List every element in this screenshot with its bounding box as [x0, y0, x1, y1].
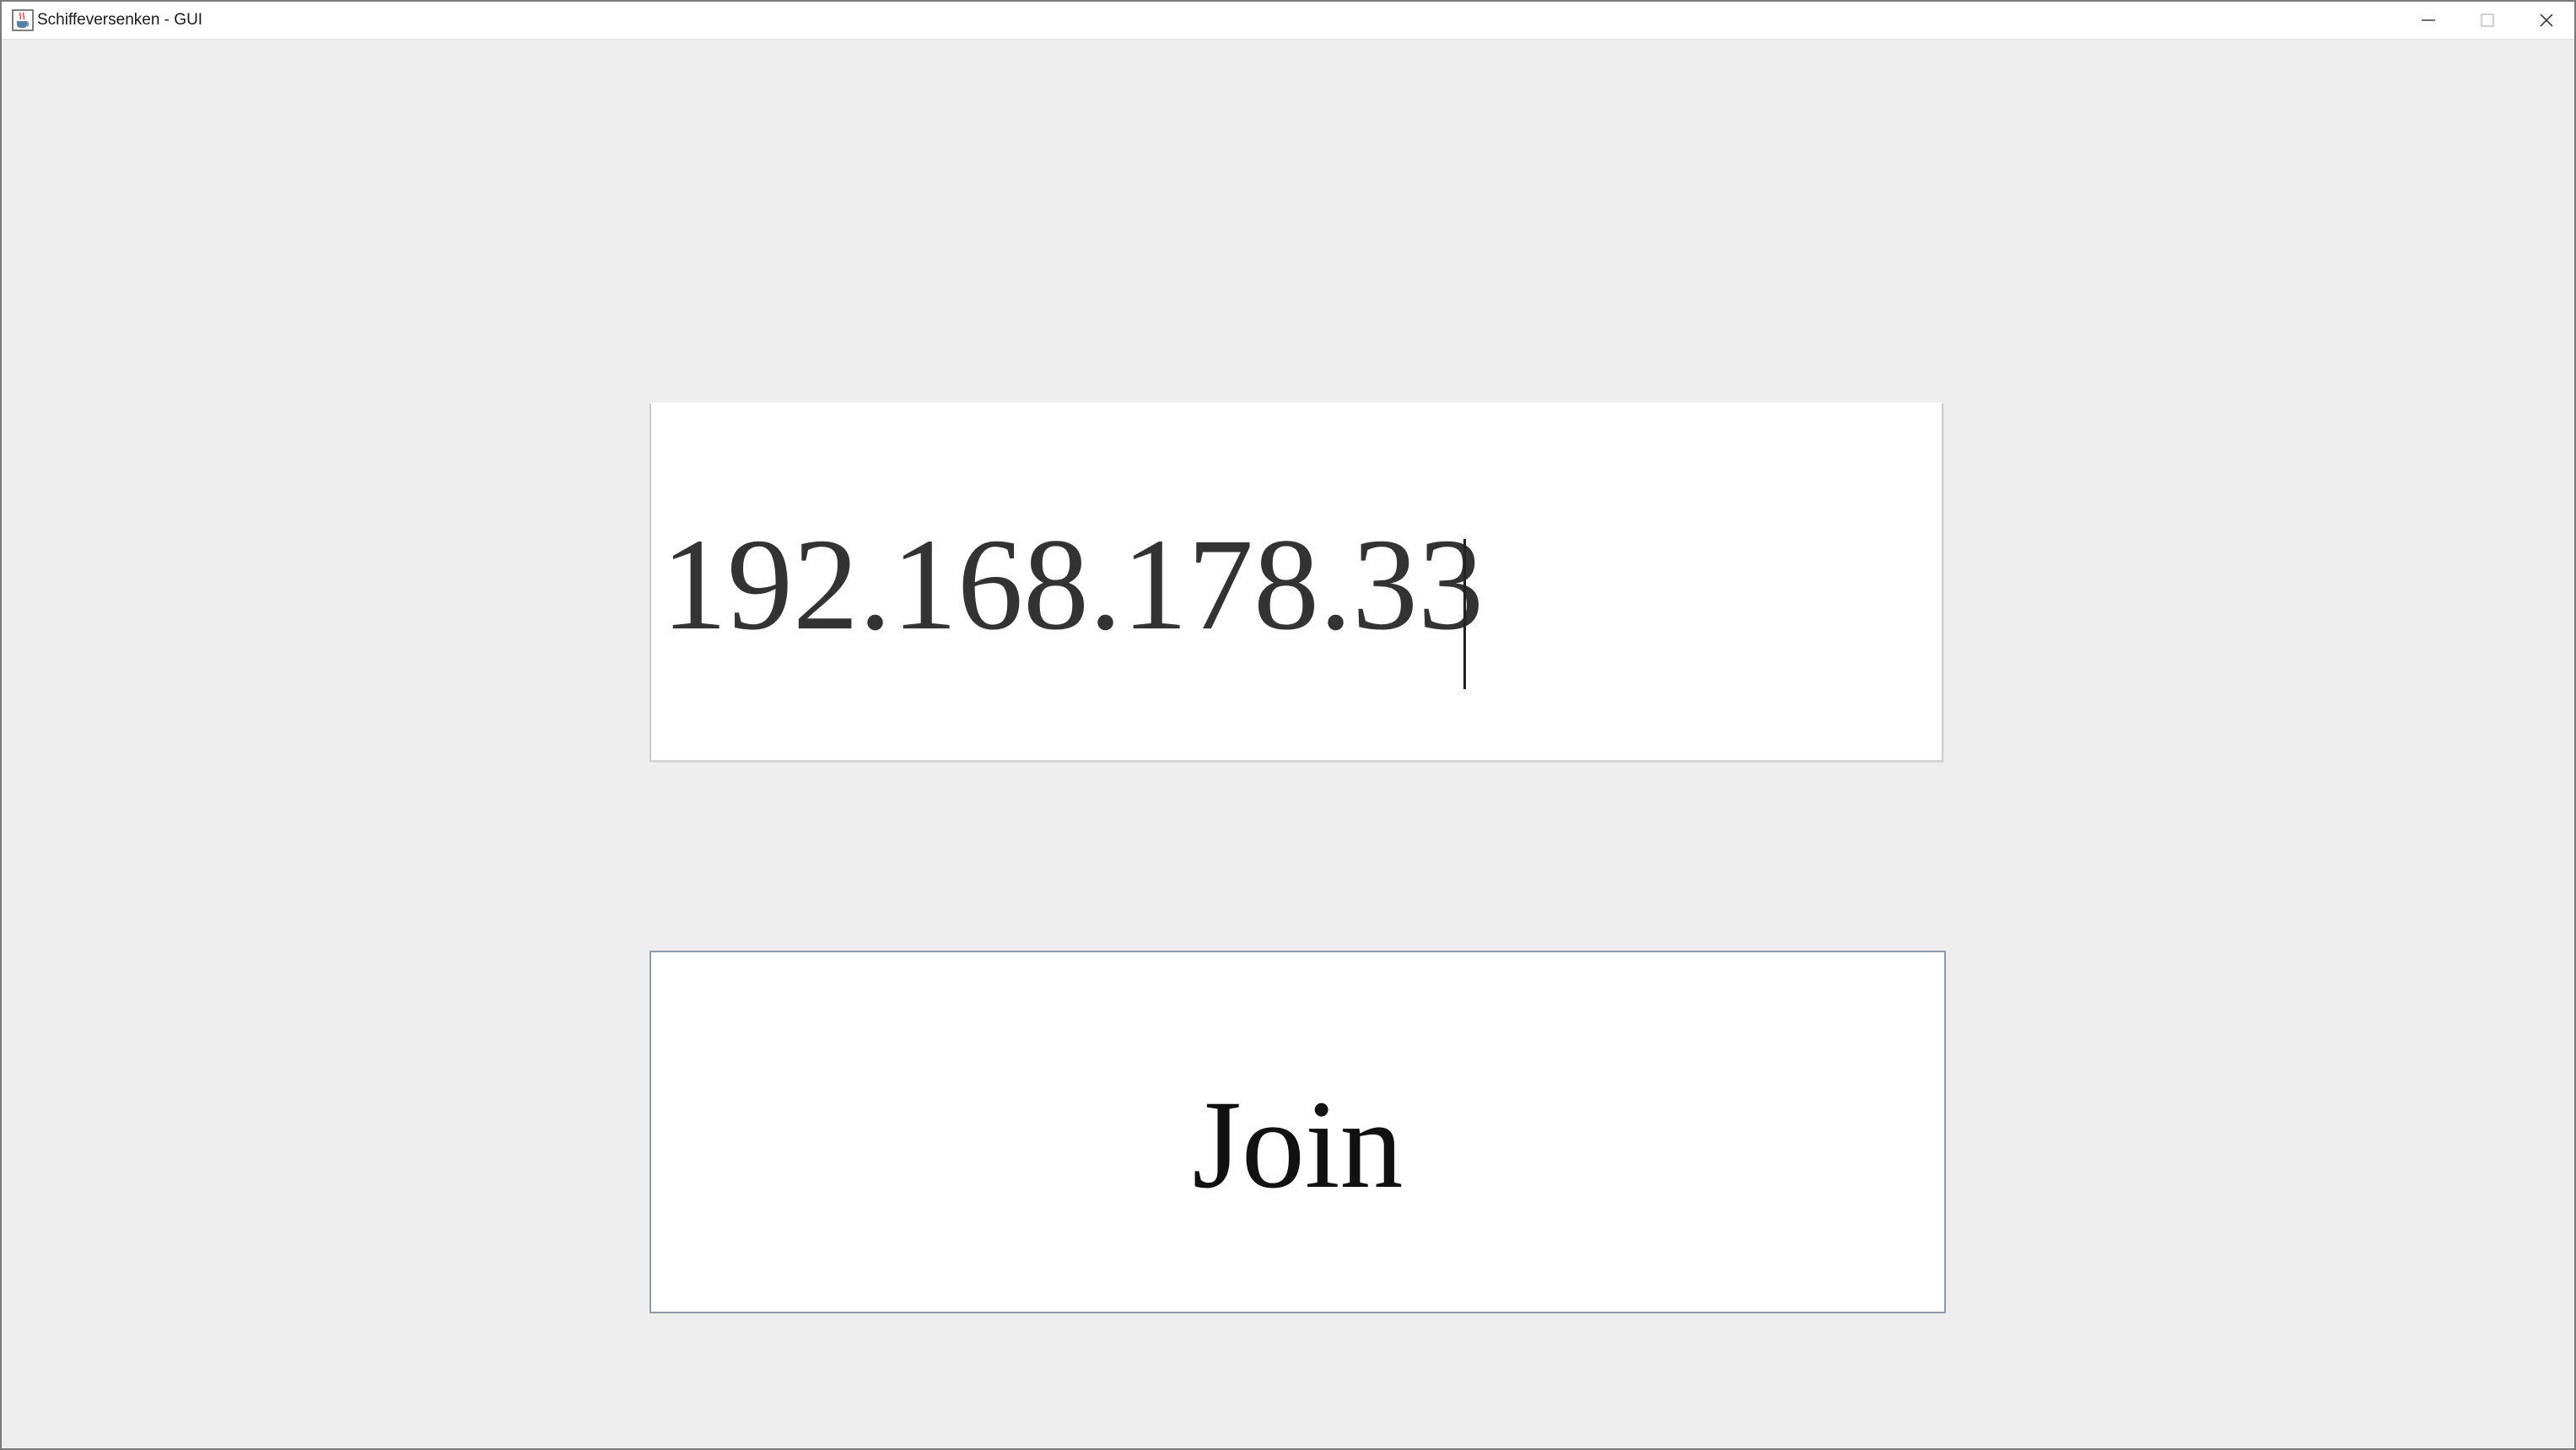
join-button-label: Join	[1192, 1075, 1404, 1215]
join-button[interactable]: Join	[649, 951, 1946, 1313]
minimize-icon	[2422, 19, 2435, 21]
close-icon	[2540, 13, 2553, 27]
java-cup-icon	[12, 9, 34, 31]
ip-address-value: 192.168.178.33	[661, 511, 1484, 657]
app-window: Schiffeversenken - GUI 192.168.178.33 Jo…	[0, 0, 2576, 1450]
text-caret	[1463, 539, 1466, 689]
ip-address-input[interactable]: 192.168.178.33	[649, 402, 1943, 763]
content-pane: 192.168.178.33 Join	[2, 40, 2574, 1448]
window-title: Schiffeversenken - GUI	[37, 11, 203, 29]
maximize-icon	[2481, 13, 2494, 27]
close-button[interactable]	[2517, 2, 2576, 39]
minimize-button[interactable]	[2399, 2, 2458, 39]
title-bar[interactable]: Schiffeversenken - GUI	[2, 2, 2574, 40]
maximize-button[interactable]	[2458, 2, 2517, 39]
